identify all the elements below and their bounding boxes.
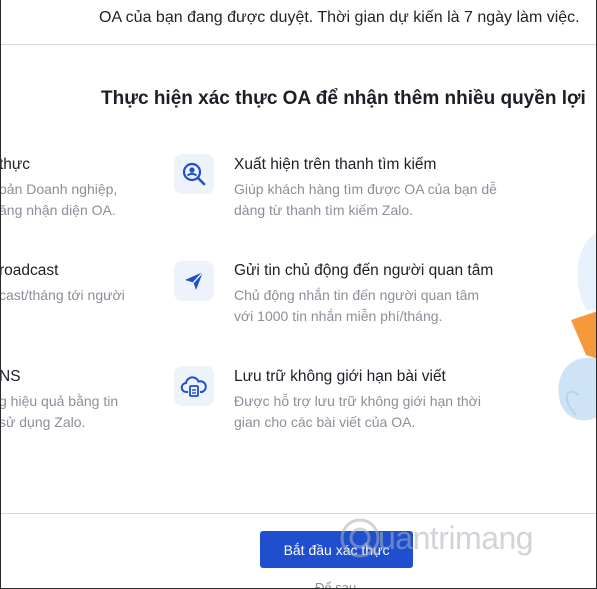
start-verification-button[interactable]: Bắt đầu xác thực [260,531,413,568]
left-feature-desc: cast/tháng tới người [0,287,125,303]
left-feature-desc: ăng nhận diện OA. [0,202,116,218]
left-feature-desc: oản Doanh nghiệp, [0,181,118,197]
feature-desc-storage: Được hỗ trợ lưu trữ không giới hạn thời [234,393,481,409]
left-feature-title: NS [0,368,21,385]
left-feature-title: thực [0,156,31,173]
left-feature-desc: sử dụng Zalo. [0,414,86,430]
verification-panel: OA của bạn đang được duyệt. Thời gian dự… [0,0,597,589]
review-notice-text: OA của bạn đang được duyệt. Thời gian dự… [99,9,580,26]
feature-desc-search: Giúp khách hàng tìm được OA của bạn dễ [234,181,497,197]
review-notice-bar: OA của bạn đang được duyệt. Thời gian dự… [1,0,596,45]
section-heading: Thực hiện xác thực OA để nhận thêm nhiều… [101,88,586,109]
decorative-illustration [558,232,596,421]
feature-title-storage: Lưu trữ không giới hạn bài viết [234,368,446,385]
feature-desc-search: dàng từ thanh tìm kiếm Zalo. [234,202,414,218]
feature-desc-message: Chủ động nhắn tin đến người quan tâm [234,287,480,303]
send-icon [174,261,214,301]
footer-divider [1,513,596,514]
feature-title-message: Gửi tin chủ động đến người quan tâm [234,262,494,279]
search-user-icon [174,154,214,194]
left-feature-desc: g hiệu quả bằng tin [0,393,119,409]
feature-desc-message: với 1000 tin nhắn miễn phí/tháng. [234,308,443,324]
left-feature-title: roadcast [0,262,59,279]
feature-title-search: Xuất hiện trên thanh tìm kiếm [234,156,437,173]
cloud-storage-icon [174,366,214,406]
skip-link[interactable]: Để sau [315,580,356,588]
feature-desc-storage: gian cho các bài viết của OA. [234,414,416,430]
